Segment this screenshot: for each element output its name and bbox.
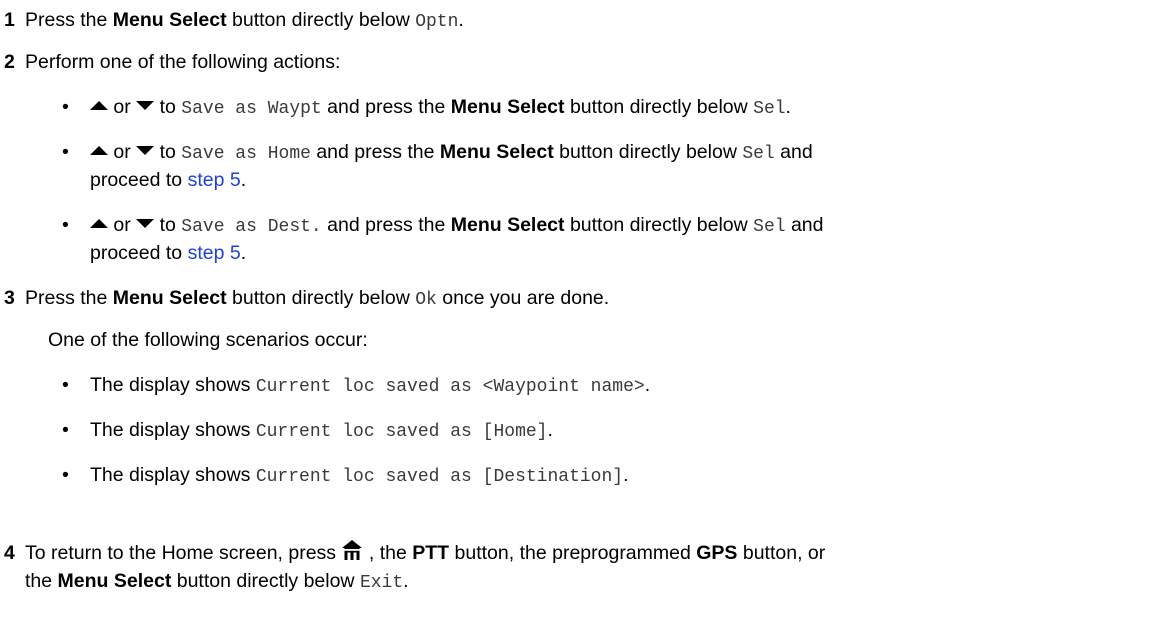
document-page: 1 Press the Menu Select button directly … bbox=[4, 9, 826, 593]
bullet: • bbox=[62, 214, 69, 236]
up-arrow-icon bbox=[90, 146, 108, 156]
step-number: 1 bbox=[4, 9, 15, 31]
step-5-link[interactable]: step 5 bbox=[188, 169, 241, 191]
bullet: • bbox=[62, 464, 69, 486]
home-icon bbox=[342, 539, 363, 560]
step-number: 3 bbox=[4, 287, 15, 309]
step-number: 4 bbox=[4, 542, 15, 564]
bullet: • bbox=[62, 141, 69, 163]
bullet: • bbox=[62, 374, 69, 396]
up-arrow-icon bbox=[90, 101, 108, 111]
step-text: Perform one of the following actions: bbox=[25, 51, 341, 73]
step-5-link[interactable]: step 5 bbox=[188, 242, 241, 264]
down-arrow-icon bbox=[136, 219, 155, 229]
step-number: 2 bbox=[4, 51, 15, 73]
down-arrow-icon bbox=[136, 146, 155, 156]
down-arrow-icon bbox=[136, 101, 155, 111]
bullet: • bbox=[62, 419, 69, 441]
step-text: Press the Menu Select button directly be… bbox=[25, 287, 610, 310]
step-text: Press the Menu Select button directly be… bbox=[25, 9, 464, 32]
step-text: To return to the Home screen, press , th… bbox=[25, 539, 825, 565]
up-arrow-icon bbox=[90, 219, 108, 229]
bullet: • bbox=[62, 96, 69, 118]
